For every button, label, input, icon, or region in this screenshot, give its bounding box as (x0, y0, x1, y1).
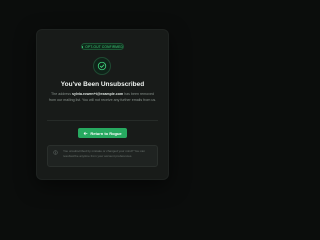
arrow-left-icon (84, 131, 88, 135)
unsubscribe-description: The address sylvia.rowen+t@example.com h… (47, 92, 158, 103)
divider (47, 120, 158, 121)
badge-label: OPT-OUT CONFIRMED (85, 44, 123, 49)
unsubscribe-card: OPT-OUT CONFIRMED You've Been Unsubscrib… (37, 30, 168, 179)
status-badge: OPT-OUT CONFIRMED (81, 43, 124, 50)
note-text: You unsubscribed by mistake or changed y… (63, 149, 145, 158)
info-icon (53, 150, 58, 155)
email-address: sylvia.rowen+t@example.com (72, 92, 124, 96)
check-circle-icon (93, 57, 111, 75)
resubscribe-note: You unsubscribed by mistake or changed y… (47, 145, 158, 167)
description-prefix: The address (51, 92, 73, 96)
page-title: You've Been Unsubscribed (60, 81, 145, 88)
return-button-label: Return to Rogue (90, 130, 122, 136)
return-button[interactable]: Return to Rogue (78, 128, 127, 138)
badge-dot-icon (82, 45, 84, 48)
